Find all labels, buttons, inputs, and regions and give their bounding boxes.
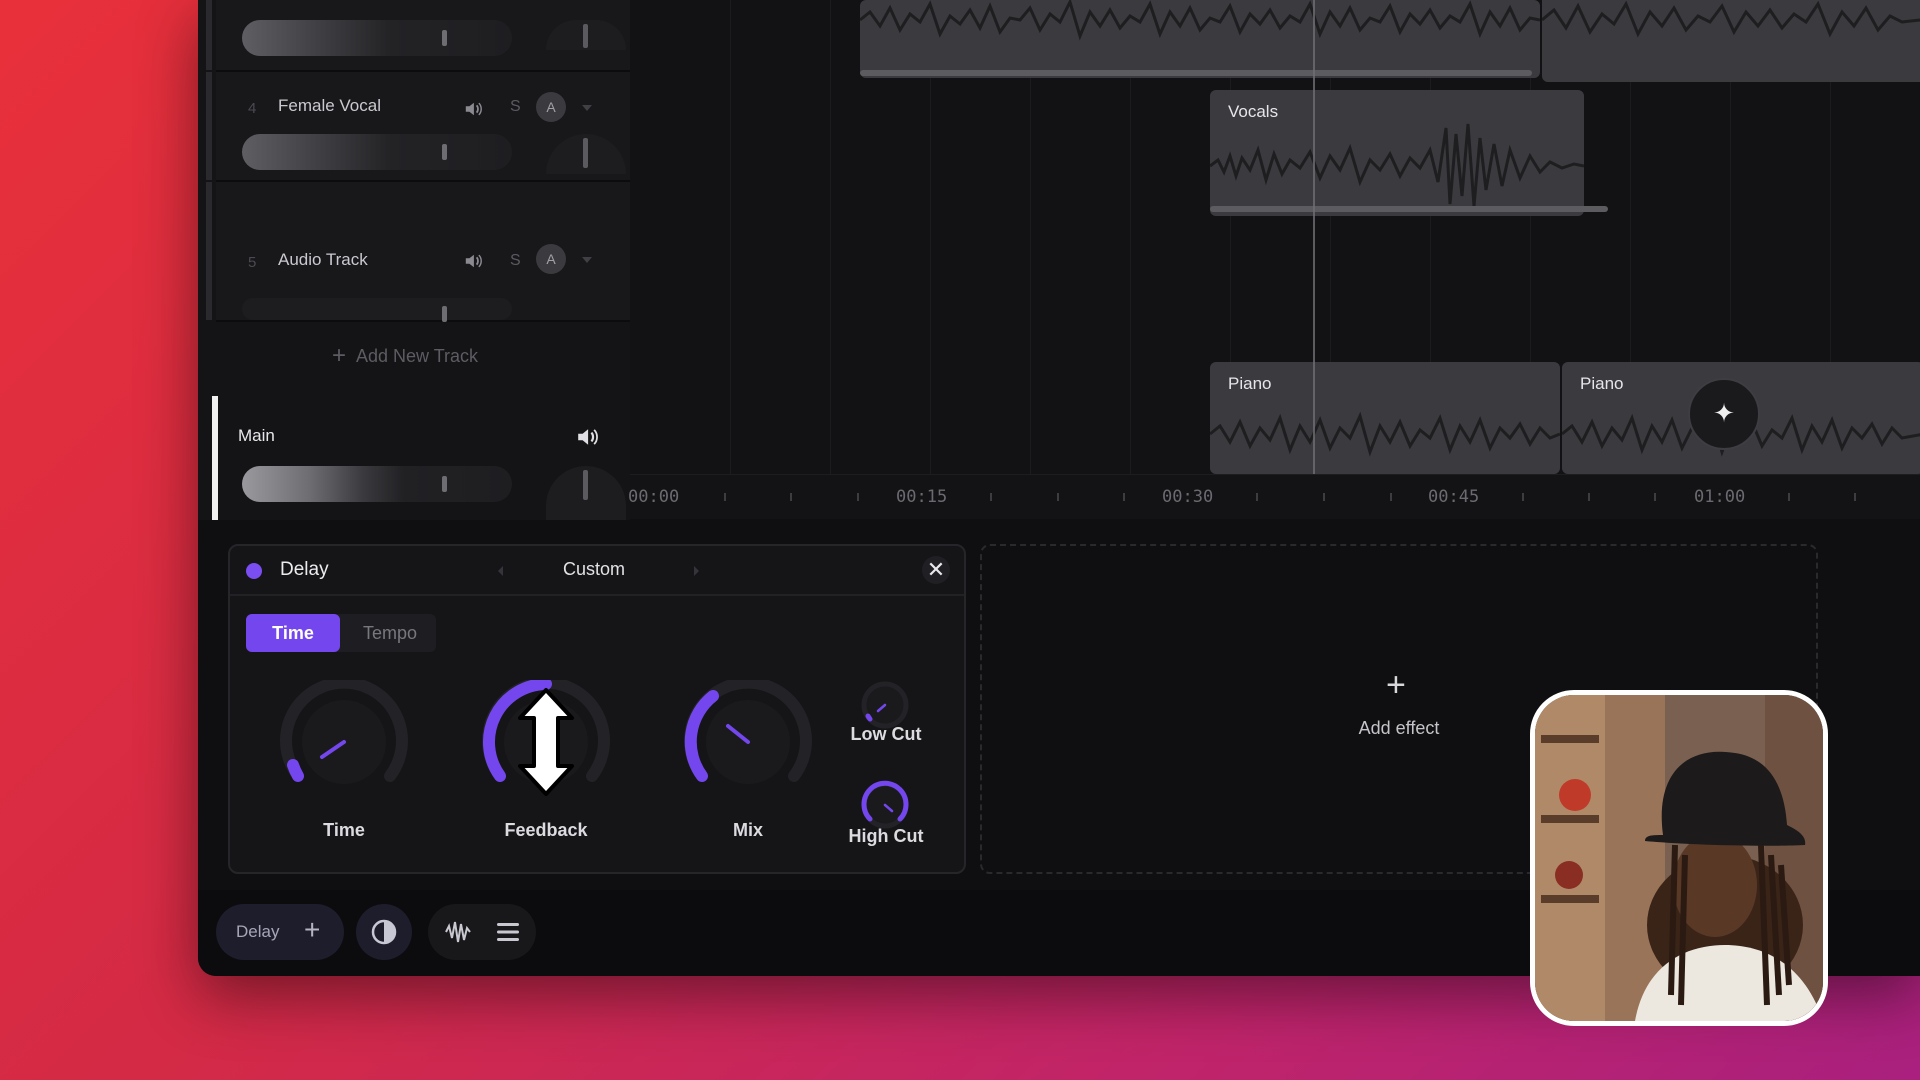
piano-clip[interactable]: Piano	[1210, 362, 1560, 474]
track-accent	[206, 72, 212, 180]
clip-volume-line[interactable]	[1210, 206, 1608, 212]
audio-clip[interactable]	[860, 0, 1540, 78]
knob-label: Low Cut	[850, 724, 922, 744]
high-cut-knob[interactable]	[860, 780, 910, 830]
track-number: 5	[248, 254, 257, 271]
clip-volume-line[interactable]	[860, 70, 1532, 76]
sparkle-icon[interactable]: ✦	[1688, 378, 1760, 450]
waveform-icon[interactable]	[440, 914, 476, 950]
feedback-knob[interactable]	[476, 680, 616, 800]
preset-prev-icon[interactable]	[498, 566, 503, 576]
plus-icon: +	[332, 342, 347, 369]
vocals-clip[interactable]: Vocals	[1210, 90, 1584, 216]
time-knob[interactable]	[274, 680, 414, 800]
preset-next-icon[interactable]	[694, 566, 699, 576]
knob-label: High Cut	[848, 826, 924, 846]
track-row-4[interactable]: 4 Female Vocal S A	[206, 72, 630, 182]
time-ruler[interactable]: 00:00 00:15 00:30 00:45 01:00	[628, 474, 1920, 519]
contrast-icon	[371, 919, 397, 945]
preset-name[interactable]: Custom	[563, 559, 625, 580]
solo-button[interactable]: S	[510, 98, 521, 116]
main-pan-knob[interactable]	[546, 466, 626, 520]
clip-name: Piano	[1228, 374, 1272, 393]
view-toggle-group	[428, 904, 536, 960]
webcam-feed	[1535, 695, 1823, 1021]
audio-clip[interactable]	[1542, 0, 1920, 82]
selected-indicator	[212, 396, 218, 520]
add-new-track-button[interactable]: + Add New Track	[216, 322, 630, 394]
tab-tempo[interactable]: Tempo	[344, 614, 436, 652]
track-row-3[interactable]	[206, 0, 630, 72]
knob-label: Feedback	[504, 820, 588, 840]
chevron-down-icon[interactable]	[582, 105, 592, 111]
tab-time[interactable]: Time	[246, 614, 340, 652]
ruler-label: 01:00	[1694, 487, 1746, 507]
low-cut-knob[interactable]	[860, 680, 910, 730]
ruler-label: 00:00	[628, 487, 680, 507]
waveform	[1210, 411, 1560, 457]
delay-mode-toggle: Time Tempo	[246, 614, 436, 652]
track-number: 4	[248, 100, 257, 117]
speaker-icon[interactable]	[576, 426, 598, 448]
track-panel: 4 Female Vocal S A 5 Audio Track S A + A…	[198, 0, 630, 520]
plus-icon: +	[1386, 666, 1406, 704]
webcam-overlay	[1530, 690, 1828, 1026]
solo-button[interactable]: S	[510, 252, 521, 270]
ruler-label: 00:30	[1162, 487, 1214, 507]
effect-chain-pill[interactable]: Delay +	[216, 904, 344, 960]
knob-label: Mix	[732, 820, 763, 840]
close-icon[interactable]: ✕	[922, 556, 950, 584]
volume-fader[interactable]	[242, 134, 512, 170]
ruler-label: 00:15	[896, 487, 948, 507]
delay-effect-card: Delay Custom ✕ Time Tempo Time Feedback …	[228, 544, 966, 874]
effect-enabled-toggle[interactable]	[246, 563, 262, 579]
pan-knob[interactable]	[546, 134, 626, 174]
plus-icon[interactable]: +	[304, 914, 320, 946]
playhead[interactable]	[1313, 0, 1315, 474]
track-name: Audio Track	[278, 250, 368, 269]
knob-label: Time	[323, 820, 365, 840]
mix-knob[interactable]	[678, 680, 818, 800]
track-accent	[206, 0, 212, 70]
fader-thumb[interactable]	[442, 30, 447, 46]
main-bus-row[interactable]: Main	[212, 396, 630, 520]
speaker-icon[interactable]	[464, 100, 482, 118]
fader-thumb[interactable]	[442, 144, 447, 160]
effect-pill-label: Delay	[236, 922, 280, 941]
automation-button[interactable]: A	[536, 92, 566, 122]
clip-name: Piano	[1580, 374, 1624, 393]
automation-button[interactable]: A	[536, 244, 566, 274]
ruler-label: 00:45	[1428, 487, 1480, 507]
chevron-down-icon[interactable]	[582, 257, 592, 263]
main-volume-fader[interactable]	[242, 466, 512, 502]
add-track-label: Add New Track	[356, 346, 479, 366]
speaker-icon[interactable]	[464, 252, 482, 270]
waveform	[860, 0, 1540, 41]
volume-fader[interactable]	[242, 298, 512, 322]
main-bus-name: Main	[238, 426, 275, 445]
clip-name: Vocals	[1228, 102, 1279, 121]
effect-header: Delay Custom ✕	[230, 546, 964, 596]
track-row-5[interactable]: 5 Audio Track S A	[206, 182, 630, 322]
waveform	[1210, 123, 1584, 207]
effect-name: Delay	[280, 559, 329, 580]
list-icon[interactable]	[490, 914, 526, 950]
track-name: Female Vocal	[278, 96, 381, 115]
track-accent	[206, 182, 212, 320]
waveform	[1542, 0, 1920, 38]
volume-fader[interactable]	[242, 20, 512, 56]
pan-knob[interactable]	[546, 20, 626, 50]
contrast-button[interactable]	[356, 904, 412, 960]
